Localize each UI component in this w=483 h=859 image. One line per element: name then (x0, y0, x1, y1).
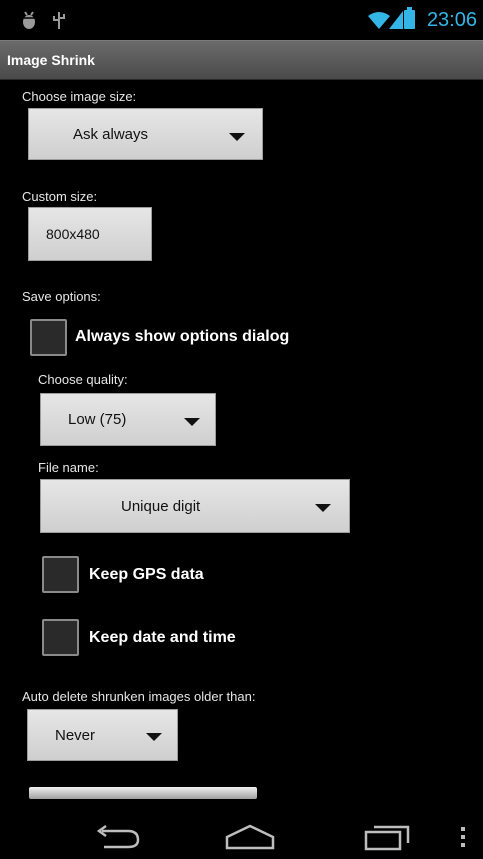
wifi-icon (367, 11, 391, 34)
auto-delete-value: Never (55, 726, 96, 744)
image-size-value: Ask always (73, 125, 149, 143)
file-name-value: Unique digit (121, 497, 201, 515)
image-size-label: Choose image size: (22, 89, 137, 104)
quality-value: Low (75) (68, 411, 127, 428)
custom-size-label: Custom size: (22, 189, 98, 204)
keep-date-checkbox[interactable] (42, 619, 79, 656)
always-show-dialog-checkbox[interactable] (30, 319, 67, 356)
save-options-label: Save options: (22, 289, 101, 304)
keep-gps-label: Keep GPS data (89, 566, 204, 583)
dropdown-arrow-icon (229, 133, 245, 141)
auto-delete-label: Auto delete shrunken images older than: (22, 689, 256, 704)
navigation-bar (0, 811, 483, 859)
custom-size-button[interactable]: 800x480 (28, 207, 152, 261)
always-show-dialog-label: Always show options dialog (75, 328, 290, 345)
title-bar: Image Shrink (0, 40, 483, 80)
file-name-spinner[interactable]: Unique digit (40, 479, 350, 533)
signal-icon (389, 11, 403, 33)
app-title: Image Shrink (7, 52, 95, 68)
clock: 23:06 (426, 9, 477, 31)
back-icon[interactable] (94, 824, 140, 854)
dropdown-arrow-icon (315, 504, 331, 512)
dropdown-arrow-icon (146, 733, 162, 741)
menu-icon[interactable] (460, 827, 466, 852)
debug-icon (20, 10, 38, 34)
file-name-label: File name: (38, 460, 99, 475)
recent-apps-icon[interactable] (364, 825, 410, 856)
keep-date-label: Keep date and time (89, 629, 236, 646)
auto-delete-spinner[interactable]: Never (27, 709, 178, 761)
battery-icon (404, 7, 415, 29)
partially-visible-button[interactable] (29, 787, 257, 799)
status-bar: 23:06 (0, 0, 483, 40)
custom-size-value: 800x480 (46, 226, 100, 242)
home-icon[interactable] (225, 824, 275, 855)
quality-spinner[interactable]: Low (75) (40, 393, 216, 446)
usb-icon (52, 10, 66, 34)
app-screen: 23:06 Image Shrink Choose image size: As… (0, 0, 483, 859)
image-size-spinner[interactable]: Ask always (28, 108, 263, 160)
quality-label: Choose quality: (38, 372, 128, 387)
dropdown-arrow-icon (184, 418, 200, 426)
keep-gps-checkbox[interactable] (42, 556, 79, 593)
